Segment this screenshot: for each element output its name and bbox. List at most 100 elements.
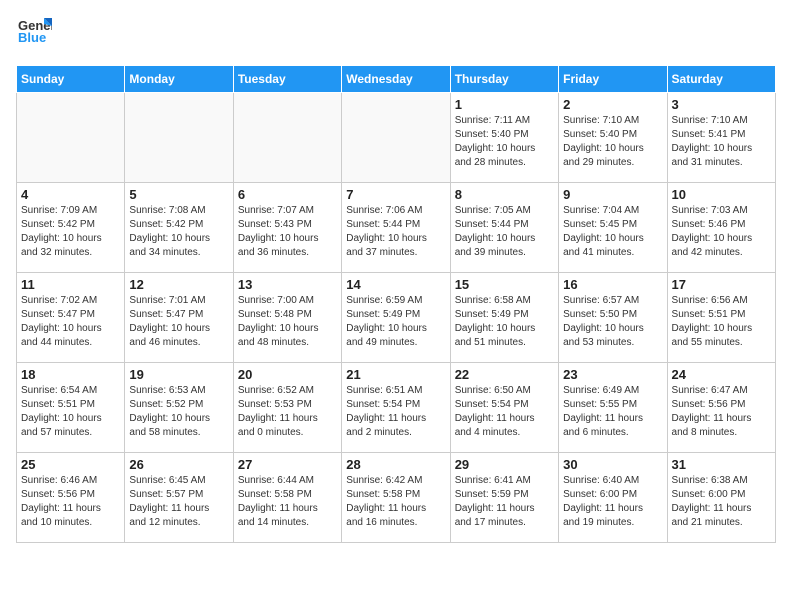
- day-info: Sunrise: 6:54 AM Sunset: 5:51 PM Dayligh…: [21, 384, 120, 440]
- day-number: 3: [672, 97, 771, 112]
- logo-icon: General Blue: [16, 16, 52, 57]
- day-number: 31: [672, 457, 771, 472]
- week-row-5: 25Sunrise: 6:46 AM Sunset: 5:56 PM Dayli…: [17, 453, 776, 543]
- day-info: Sunrise: 7:07 AM Sunset: 5:43 PM Dayligh…: [238, 204, 337, 260]
- day-number: 4: [21, 187, 120, 202]
- day-info: Sunrise: 6:49 AM Sunset: 5:55 PM Dayligh…: [563, 384, 662, 440]
- column-header-friday: Friday: [559, 66, 667, 93]
- calendar-cell: 20 Sunrise: 6:52 AM Sunset: 5:53 PM Dayli…: [233, 363, 341, 453]
- day-info: Sunrise: 7:06 AM Sunset: 5:44 PM Dayligh…: [346, 204, 445, 260]
- calendar-cell: 9 Sunrise: 7:04 AM Sunset: 5:45 PM Daylig…: [559, 183, 667, 273]
- day-number: 16: [563, 277, 662, 292]
- calendar-cell: 27Sunrise: 6:44 AM Sunset: 5:58 PM Dayli…: [233, 453, 341, 543]
- calendar-cell: 3 Sunrise: 7:10 AM Sunset: 5:41 PM Daylig…: [667, 93, 775, 183]
- day-info: Sunrise: 7:10 AM Sunset: 5:40 PM Dayligh…: [563, 114, 662, 170]
- day-info: Sunrise: 6:42 AM Sunset: 5:58 PM Dayligh…: [346, 474, 445, 530]
- day-number: 26: [129, 457, 228, 472]
- calendar-cell: 11 Sunrise: 7:02 AM Sunset: 5:47 PM Dayli…: [17, 273, 125, 363]
- calendar-cell: 19 Sunrise: 6:53 AM Sunset: 5:52 PM Dayli…: [125, 363, 233, 453]
- calendar-cell: 4 Sunrise: 7:09 AM Sunset: 5:42 PM Daylig…: [17, 183, 125, 273]
- day-number: 20: [238, 367, 337, 382]
- calendar-cell: 22Sunrise: 6:50 AM Sunset: 5:54 PM Dayli…: [450, 363, 558, 453]
- calendar-cell: 25Sunrise: 6:46 AM Sunset: 5:56 PM Dayli…: [17, 453, 125, 543]
- calendar-cell: 15 Sunrise: 6:58 AM Sunset: 5:49 PM Dayli…: [450, 273, 558, 363]
- day-info: Sunrise: 6:53 AM Sunset: 5:52 PM Dayligh…: [129, 384, 228, 440]
- day-number: 14: [346, 277, 445, 292]
- day-number: 5: [129, 187, 228, 202]
- day-info: Sunrise: 6:50 AM Sunset: 5:54 PM Dayligh…: [455, 384, 554, 440]
- day-number: 17: [672, 277, 771, 292]
- day-info: Sunrise: 6:40 AM Sunset: 6:00 PM Dayligh…: [563, 474, 662, 530]
- day-info: Sunrise: 7:00 AM Sunset: 5:48 PM Dayligh…: [238, 294, 337, 350]
- day-info: Sunrise: 6:52 AM Sunset: 5:53 PM Dayligh…: [238, 384, 337, 440]
- day-info: Sunrise: 7:10 AM Sunset: 5:41 PM Dayligh…: [672, 114, 771, 170]
- day-number: 23: [563, 367, 662, 382]
- calendar-cell: 10Sunrise: 7:03 AM Sunset: 5:46 PM Dayli…: [667, 183, 775, 273]
- day-number: 8: [455, 187, 554, 202]
- day-info: Sunrise: 6:45 AM Sunset: 5:57 PM Dayligh…: [129, 474, 228, 530]
- day-info: Sunrise: 7:04 AM Sunset: 5:45 PM Dayligh…: [563, 204, 662, 260]
- calendar-cell: 5 Sunrise: 7:08 AM Sunset: 5:42 PM Daylig…: [125, 183, 233, 273]
- calendar-cell: 14 Sunrise: 6:59 AM Sunset: 5:49 PM Dayli…: [342, 273, 450, 363]
- calendar-cell: 6 Sunrise: 7:07 AM Sunset: 5:43 PM Daylig…: [233, 183, 341, 273]
- calendar-cell: 26 Sunrise: 6:45 AM Sunset: 5:57 PM Dayli…: [125, 453, 233, 543]
- day-number: 15: [455, 277, 554, 292]
- day-info: Sunrise: 7:08 AM Sunset: 5:42 PM Dayligh…: [129, 204, 228, 260]
- calendar-cell: 16Sunrise: 6:57 AM Sunset: 5:50 PM Dayli…: [559, 273, 667, 363]
- day-number: 21: [346, 367, 445, 382]
- day-info: Sunrise: 7:11 AM Sunset: 5:40 PM Dayligh…: [455, 114, 554, 170]
- day-number: 6: [238, 187, 337, 202]
- day-info: Sunrise: 6:56 AM Sunset: 5:51 PM Dayligh…: [672, 294, 771, 350]
- calendar-cell: 12Sunrise: 7:01 AM Sunset: 5:47 PM Dayli…: [125, 273, 233, 363]
- calendar-cell: [233, 93, 341, 183]
- header-row: SundayMondayTuesdayWednesdayThursdayFrid…: [17, 66, 776, 93]
- day-number: 10: [672, 187, 771, 202]
- svg-text:Blue: Blue: [18, 30, 46, 45]
- day-info: Sunrise: 6:46 AM Sunset: 5:56 PM Dayligh…: [21, 474, 120, 530]
- calendar-cell: 21Sunrise: 6:51 AM Sunset: 5:54 PM Dayli…: [342, 363, 450, 453]
- calendar-cell: 7 Sunrise: 7:06 AM Sunset: 5:44 PM Daylig…: [342, 183, 450, 273]
- day-number: 19: [129, 367, 228, 382]
- day-number: 18: [21, 367, 120, 382]
- day-info: Sunrise: 6:38 AM Sunset: 6:00 PM Dayligh…: [672, 474, 771, 530]
- day-info: Sunrise: 7:09 AM Sunset: 5:42 PM Dayligh…: [21, 204, 120, 260]
- week-row-4: 18 Sunrise: 6:54 AM Sunset: 5:51 PM Dayli…: [17, 363, 776, 453]
- calendar-cell: 8 Sunrise: 7:05 AM Sunset: 5:44 PM Daylig…: [450, 183, 558, 273]
- calendar-cell: [17, 93, 125, 183]
- day-info: Sunrise: 7:05 AM Sunset: 5:44 PM Dayligh…: [455, 204, 554, 260]
- day-number: 9: [563, 187, 662, 202]
- calendar-cell: [342, 93, 450, 183]
- day-info: Sunrise: 6:59 AM Sunset: 5:49 PM Dayligh…: [346, 294, 445, 350]
- day-number: 7: [346, 187, 445, 202]
- day-number: 1: [455, 97, 554, 112]
- week-row-3: 11 Sunrise: 7:02 AM Sunset: 5:47 PM Dayli…: [17, 273, 776, 363]
- day-info: Sunrise: 6:41 AM Sunset: 5:59 PM Dayligh…: [455, 474, 554, 530]
- column-header-tuesday: Tuesday: [233, 66, 341, 93]
- column-header-monday: Monday: [125, 66, 233, 93]
- calendar-cell: 17 Sunrise: 6:56 AM Sunset: 5:51 PM Dayli…: [667, 273, 775, 363]
- day-number: 29: [455, 457, 554, 472]
- calendar-cell: [125, 93, 233, 183]
- day-number: 30: [563, 457, 662, 472]
- logo: General Blue: [16, 16, 52, 57]
- page-header: General Blue: [16, 16, 776, 57]
- day-number: 28: [346, 457, 445, 472]
- calendar-table: SundayMondayTuesdayWednesdayThursdayFrid…: [16, 65, 776, 543]
- calendar-cell: 23 Sunrise: 6:49 AM Sunset: 5:55 PM Dayli…: [559, 363, 667, 453]
- calendar-cell: 28 Sunrise: 6:42 AM Sunset: 5:58 PM Dayli…: [342, 453, 450, 543]
- calendar-cell: 24 Sunrise: 6:47 AM Sunset: 5:56 PM Dayli…: [667, 363, 775, 453]
- day-number: 24: [672, 367, 771, 382]
- calendar-cell: 18 Sunrise: 6:54 AM Sunset: 5:51 PM Dayli…: [17, 363, 125, 453]
- day-info: Sunrise: 6:47 AM Sunset: 5:56 PM Dayligh…: [672, 384, 771, 440]
- day-info: Sunrise: 7:01 AM Sunset: 5:47 PM Dayligh…: [129, 294, 228, 350]
- day-info: Sunrise: 7:02 AM Sunset: 5:47 PM Dayligh…: [21, 294, 120, 350]
- column-header-wednesday: Wednesday: [342, 66, 450, 93]
- calendar-cell: 13Sunrise: 7:00 AM Sunset: 5:48 PM Dayli…: [233, 273, 341, 363]
- week-row-2: 4 Sunrise: 7:09 AM Sunset: 5:42 PM Daylig…: [17, 183, 776, 273]
- calendar-cell: 31 Sunrise: 6:38 AM Sunset: 6:00 PM Dayli…: [667, 453, 775, 543]
- column-header-sunday: Sunday: [17, 66, 125, 93]
- day-info: Sunrise: 6:58 AM Sunset: 5:49 PM Dayligh…: [455, 294, 554, 350]
- day-info: Sunrise: 6:44 AM Sunset: 5:58 PM Dayligh…: [238, 474, 337, 530]
- day-number: 11: [21, 277, 120, 292]
- calendar-cell: 29 Sunrise: 6:41 AM Sunset: 5:59 PM Dayli…: [450, 453, 558, 543]
